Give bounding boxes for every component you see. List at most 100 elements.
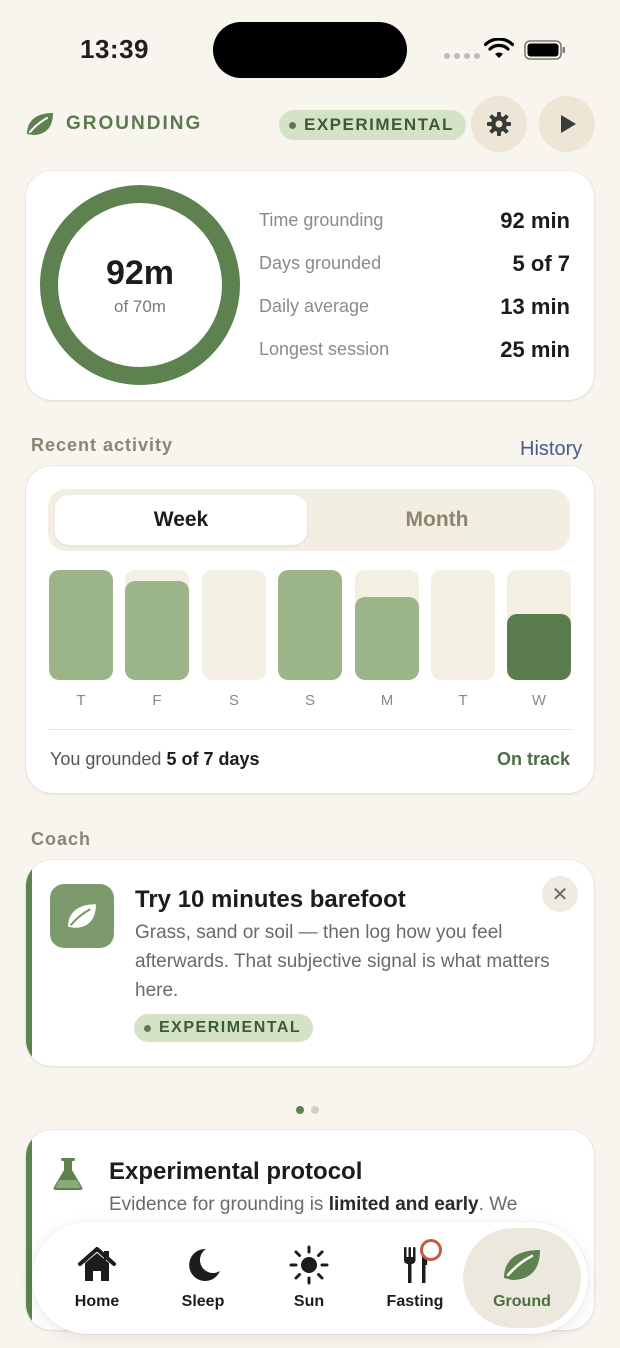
stat-value: 92 min xyxy=(500,207,570,233)
stat-label: Longest session xyxy=(259,339,390,359)
day-bar xyxy=(49,570,113,680)
day-bar-track[interactable] xyxy=(202,570,266,680)
page-dot[interactable] xyxy=(311,1106,319,1114)
day-bar-track[interactable] xyxy=(507,570,571,680)
activity-summary-count: 5 of 7 days xyxy=(166,749,260,769)
day-bar-track[interactable] xyxy=(49,570,113,680)
stat-label: Time grounding xyxy=(259,210,384,230)
ring-value: 92m xyxy=(105,253,175,292)
coach-body: Grass, sand or soil — then log how you f… xyxy=(135,922,550,1001)
sun-icon xyxy=(289,1245,329,1285)
accent-bar xyxy=(26,1130,32,1330)
play-icon xyxy=(561,115,576,133)
close-icon[interactable]: ✕ xyxy=(542,876,578,912)
settings-button[interactable] xyxy=(471,96,527,152)
day-bar-track[interactable] xyxy=(278,570,342,680)
stat-row-average: Daily average 13 min xyxy=(259,285,570,328)
day-bar xyxy=(355,597,419,680)
dot-icon xyxy=(289,121,296,129)
tab-fasting[interactable]: Fasting xyxy=(362,1228,468,1328)
day-label: M xyxy=(380,692,394,709)
day-bar-track[interactable] xyxy=(125,570,189,680)
leaf-icon xyxy=(504,1250,540,1280)
coach-heading: Coach xyxy=(31,829,92,849)
accent-bar xyxy=(26,860,32,1066)
ring-goal: of 70m xyxy=(114,296,166,316)
battery-icon xyxy=(524,40,565,60)
stat-label: Days grounded xyxy=(259,253,382,273)
day-label: T xyxy=(458,692,468,709)
gear-icon xyxy=(487,112,511,136)
moon-icon xyxy=(189,1248,220,1281)
flask-icon xyxy=(53,1158,83,1190)
tab-label: Fasting xyxy=(386,1293,444,1310)
day-label: F xyxy=(152,692,162,709)
clock-badge-icon xyxy=(420,1239,442,1261)
page-title: GROUNDING xyxy=(66,113,203,134)
stat-value: 13 min xyxy=(500,293,570,319)
tab-ground[interactable]: Ground xyxy=(463,1228,581,1328)
stat-row-longest: Longest session 25 min xyxy=(259,328,570,371)
tab-label: Home xyxy=(74,1293,120,1310)
stat-row-days: Days grounded 5 of 7 xyxy=(259,242,570,285)
tab-home[interactable]: Home xyxy=(44,1228,150,1328)
protocol-title: Experimental protocol xyxy=(109,1158,363,1185)
stat-row-time: Time grounding 92 min xyxy=(259,199,570,242)
progress-ring: 92m of 70m xyxy=(40,185,240,385)
status-bar: 13:39 xyxy=(0,0,620,100)
experimental-badge-label: EXPERIMENTAL xyxy=(304,115,454,134)
signal-icon xyxy=(444,53,480,59)
dot-icon xyxy=(144,1024,151,1032)
leaf-icon xyxy=(50,884,114,948)
protocol-body-emphasis: limited and early xyxy=(328,1194,479,1215)
recent-activity-heading: Recent activity xyxy=(31,435,174,455)
status-badge: On track xyxy=(496,749,570,769)
tab-sleep[interactable]: Sleep xyxy=(150,1228,256,1328)
summary-card: 92m of 70m Time grounding 92 min Days gr… xyxy=(26,171,594,400)
page-indicator[interactable] xyxy=(296,1106,319,1114)
day-label: T xyxy=(76,692,86,709)
stats-list: Time grounding 92 min Days grounded 5 of… xyxy=(259,199,570,371)
period-segmented-control: Week Month xyxy=(48,489,570,551)
play-button[interactable] xyxy=(539,96,595,152)
tab-sun[interactable]: Sun xyxy=(256,1228,362,1328)
page-dot-active[interactable] xyxy=(296,1106,304,1114)
dynamic-island xyxy=(213,22,407,78)
day-label: S xyxy=(228,692,239,709)
protocol-body-suffix: . We xyxy=(478,1194,518,1215)
header: GROUNDING EXPERIMENTAL xyxy=(0,96,620,152)
day-bar-today xyxy=(507,614,571,680)
protocol-body: Evidence for grounding is limited and ea… xyxy=(109,1190,569,1219)
day-bar xyxy=(125,581,189,680)
activity-summary: You grounded 5 of 7 days xyxy=(50,749,260,770)
day-bar xyxy=(278,570,342,680)
tab-week[interactable]: Week xyxy=(55,495,307,545)
tab-month[interactable]: Month xyxy=(311,495,563,545)
tab-label: Ground xyxy=(493,1293,551,1310)
protocol-body-prefix: Evidence for grounding is xyxy=(109,1194,329,1215)
status-time: 13:39 xyxy=(80,34,149,64)
stat-label: Daily average xyxy=(259,296,370,316)
coach-card[interactable]: Try 10 minutes barefoot Grass, sand or s… xyxy=(26,860,594,1066)
day-label: S xyxy=(304,692,315,709)
activity-summary-prefix: You grounded xyxy=(50,749,167,769)
tab-label: Sun xyxy=(293,1293,325,1310)
tab-bar: Home Sleep Sun Fasting Ground xyxy=(32,1222,588,1334)
activity-card: Week Month T F S S M T W You grounded 5 of 7 d… xyxy=(26,466,594,793)
fork-knife-icon xyxy=(394,1239,442,1285)
experimental-badge: EXPERIMENTAL xyxy=(134,1014,314,1042)
stat-value: 25 min xyxy=(500,336,570,362)
experimental-badge-label: EXPERIMENTAL xyxy=(159,1019,302,1036)
home-icon xyxy=(78,1247,116,1281)
tab-label: Sleep xyxy=(181,1293,225,1310)
day-bar-track[interactable] xyxy=(431,570,495,680)
history-link[interactable]: History xyxy=(520,438,582,461)
day-bar-track[interactable] xyxy=(355,570,419,680)
leaf-icon xyxy=(27,113,53,135)
stat-value: 5 of 7 xyxy=(512,250,570,276)
divider xyxy=(49,729,571,730)
week-bars: TFSSMTW xyxy=(49,570,571,709)
experimental-badge: EXPERIMENTAL xyxy=(279,110,466,140)
coach-title: Try 10 minutes barefoot xyxy=(135,886,406,913)
day-label: W xyxy=(531,692,547,709)
